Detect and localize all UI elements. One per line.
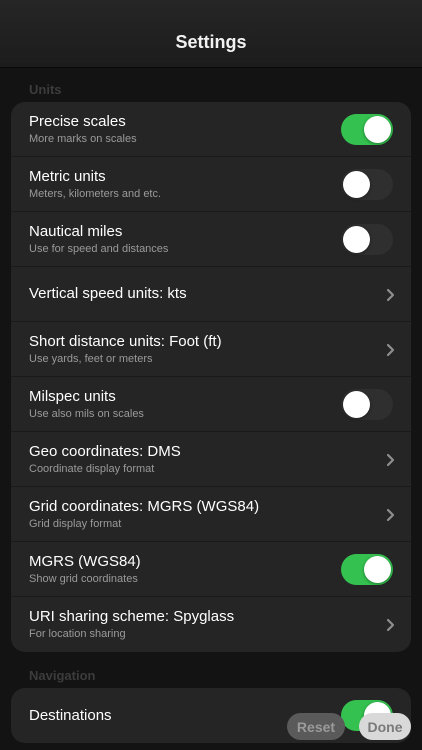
row-label: Short distance units: Foot (ft) [29, 332, 222, 350]
settings-row-precise-scales[interactable]: Precise scales More marks on scales [11, 102, 411, 157]
row-subtitle: More marks on scales [29, 132, 137, 145]
toggle-switch[interactable] [341, 114, 393, 145]
units-settings-group: Precise scales More marks on scales Metric… [11, 102, 411, 652]
row-subtitle: Show grid coordinates [29, 572, 138, 585]
toggle-switch[interactable] [341, 224, 393, 255]
settings-row-nautical-miles[interactable]: Nautical miles Use for speed and distance… [11, 212, 411, 267]
chevron-right-icon [386, 288, 395, 302]
chevron-right-icon [386, 618, 395, 632]
done-button[interactable]: Done [359, 713, 411, 740]
settings-row-metric-units[interactable]: Metric units Meters, kilometers and etc. [11, 157, 411, 212]
reset-button[interactable]: Reset [287, 713, 345, 740]
row-text: URI sharing scheme: Spyglass For location… [29, 597, 234, 652]
row-label: Vertical speed units: kts [29, 285, 187, 302]
row-subtitle: Coordinate display format [29, 462, 155, 475]
settings-row-grid-coordinates[interactable]: Grid coordinates: MGRS (WGS84) Grid displ… [11, 487, 411, 542]
row-text: Short distance units: Foot (ft) Use yards… [29, 322, 222, 376]
bottom-toolbar: Reset Done [0, 713, 422, 741]
toggle-knob [364, 556, 391, 583]
row-label: MGRS (WGS84) [29, 552, 141, 570]
settings-row-geo-coordinates[interactable]: Geo coordinates: DMS Coordinate display f… [11, 432, 411, 487]
chevron-right-icon [386, 453, 395, 467]
row-text: MGRS (WGS84) Show grid coordinates [29, 542, 141, 596]
settings-row-milspec-units[interactable]: Milspec units Use also mils on scales [11, 377, 411, 432]
row-subtitle: Use also mils on scales [29, 407, 144, 420]
toggle-switch[interactable] [341, 554, 393, 585]
row-label: Precise scales [29, 112, 126, 130]
row-label: Grid coordinates: MGRS (WGS84) [29, 497, 260, 515]
toggle-knob [364, 116, 391, 143]
row-label: URI sharing scheme: Spyglass [29, 608, 235, 625]
row-text: Geo coordinates: DMS Coordinate display f… [29, 432, 181, 486]
row-subtitle: Grid display format [29, 517, 122, 530]
row-text: Vertical speed units: kts [29, 267, 187, 321]
settings-row-mgrs-wgs84[interactable]: MGRS (WGS84) Show grid coordinates [11, 542, 411, 597]
row-label: Geo coordinates: DMS [29, 442, 181, 460]
toggle-knob [343, 171, 370, 198]
toggle-switch[interactable] [341, 389, 393, 420]
row-label: Metric units [29, 167, 106, 185]
row-subtitle: For location sharing [29, 628, 126, 640]
row-text: Milspec units Use also mils on scales [29, 377, 144, 431]
row-subtitle: Use yards, feet or meters [29, 352, 153, 365]
row-text: Grid coordinates: MGRS (WGS84) Grid displ… [29, 487, 259, 541]
row-label: Nautical miles [29, 222, 123, 240]
row-label: Milspec units [29, 387, 116, 405]
toggle-knob [343, 226, 370, 253]
toggle-knob [343, 391, 370, 418]
row-subtitle: Use for speed and distances [29, 242, 169, 255]
toggle-switch[interactable] [341, 169, 393, 200]
nav-bar: Settings [0, 0, 422, 68]
settings-row-short-distance-units[interactable]: Short distance units: Foot (ft) Use yards… [11, 322, 411, 377]
section-header-navigation: Navigation [29, 668, 96, 683]
row-text: Metric units Meters, kilometers and etc. [29, 157, 161, 211]
chevron-right-icon [386, 508, 395, 522]
row-text: Nautical miles Use for speed and distance… [29, 212, 168, 266]
row-text: Precise scales More marks on scales [29, 102, 137, 156]
settings-row-uri-sharing-scheme[interactable]: URI sharing scheme: Spyglass For location… [11, 597, 411, 652]
section-header-units: Units [29, 82, 62, 97]
row-subtitle: Meters, kilometers and etc. [29, 187, 162, 200]
page-title: Settings [175, 32, 247, 52]
chevron-right-icon [386, 343, 395, 357]
settings-row-vertical-speed-units[interactable]: Vertical speed units: kts [11, 267, 411, 322]
